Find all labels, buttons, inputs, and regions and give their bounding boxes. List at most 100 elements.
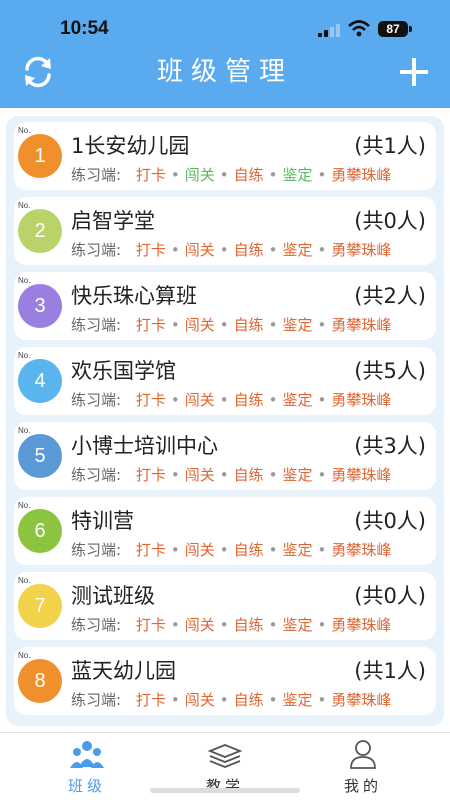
- class-card[interactable]: No. 3 快乐珠心算班 (共2人) 练习端: 打卡 • 闯关 • 自练 • 鉴定 • 勇攀珠峰: [14, 272, 436, 340]
- separator-dot: •: [170, 391, 180, 409]
- practice-link[interactable]: 自练: [234, 391, 264, 409]
- class-card[interactable]: No. 1 1长安幼儿园 (共1人) 练习端: 打卡 • 闯关 • 自练 • 鉴定 • 勇攀珠峰: [14, 122, 436, 190]
- practice-link[interactable]: 鉴定: [282, 391, 312, 409]
- practice-link[interactable]: 自练: [234, 316, 264, 334]
- class-name[interactable]: 启智学堂: [71, 205, 155, 235]
- practice-label: 练习端:: [71, 166, 122, 184]
- practice-links: 练习端: 打卡 • 闯关 • 自练 • 鉴定 • 勇攀珠峰: [71, 389, 391, 410]
- practice-link[interactable]: 勇攀珠峰: [331, 316, 391, 334]
- practice-link[interactable]: 自练: [234, 466, 264, 484]
- class-number-badge: 8: [18, 659, 62, 703]
- class-name[interactable]: 欢乐国学馆: [71, 355, 176, 385]
- separator-dot: •: [170, 241, 180, 259]
- practice-link[interactable]: 自练: [234, 691, 264, 709]
- practice-link[interactable]: 打卡: [136, 316, 166, 334]
- practice-link[interactable]: 鉴定: [282, 541, 312, 559]
- practice-label: 练习端:: [71, 541, 122, 559]
- no-label: No.: [18, 201, 31, 210]
- practice-link[interactable]: 自练: [234, 541, 264, 559]
- separator-dot: •: [317, 691, 327, 709]
- practice-link[interactable]: 鉴定: [282, 166, 312, 184]
- separator-dot: •: [317, 166, 327, 184]
- practice-link[interactable]: 闯关: [185, 166, 215, 184]
- practice-link[interactable]: 自练: [234, 616, 264, 634]
- practice-links: 练习端: 打卡 • 闯关 • 自练 • 鉴定 • 勇攀珠峰: [71, 239, 391, 260]
- practice-link[interactable]: 闯关: [185, 691, 215, 709]
- separator-dot: •: [219, 541, 229, 559]
- class-card[interactable]: No. 6 特训营 (共0人) 练习端: 打卡 • 闯关 • 自练 • 鉴定 • 勇攀珠峰: [14, 497, 436, 565]
- battery-tip: [409, 26, 412, 32]
- practice-link[interactable]: 鉴定: [282, 316, 312, 334]
- status-bar: 10:54 87: [0, 0, 450, 54]
- practice-link[interactable]: 打卡: [136, 241, 166, 259]
- class-name[interactable]: 特训营: [71, 505, 134, 535]
- class-name[interactable]: 快乐珠心算班: [71, 280, 197, 310]
- page-title: 班级管理: [156, 57, 293, 87]
- class-number-badge: 1: [18, 134, 62, 178]
- practice-link[interactable]: 勇攀珠峰: [331, 241, 391, 259]
- no-label: No.: [18, 276, 31, 285]
- practice-link[interactable]: 自练: [234, 166, 264, 184]
- practice-link[interactable]: 鉴定: [282, 241, 312, 259]
- separator-dot: •: [268, 166, 278, 184]
- practice-link[interactable]: 打卡: [136, 691, 166, 709]
- separator-dot: •: [219, 391, 229, 409]
- class-name[interactable]: 1长安幼儿园: [71, 130, 189, 160]
- no-label: No.: [18, 351, 31, 360]
- class-name[interactable]: 小博士培训中心: [71, 430, 218, 460]
- class-number-badge: 2: [18, 209, 62, 253]
- practice-link[interactable]: 勇攀珠峰: [331, 466, 391, 484]
- student-count: (共1人): [354, 134, 426, 158]
- practice-links: 练习端: 打卡 • 闯关 • 自练 • 鉴定 • 勇攀珠峰: [71, 164, 391, 185]
- practice-link[interactable]: 闯关: [185, 391, 215, 409]
- separator-dot: •: [219, 166, 229, 184]
- separator-dot: •: [170, 316, 180, 334]
- tab-mine[interactable]: 我的: [313, 739, 413, 797]
- practice-link[interactable]: 鉴定: [282, 691, 312, 709]
- class-card[interactable]: No. 2 启智学堂 (共0人) 练习端: 打卡 • 闯关 • 自练 • 鉴定 • 勇攀珠峰: [14, 197, 436, 265]
- wifi-icon: [348, 20, 370, 37]
- practice-link[interactable]: 打卡: [136, 616, 166, 634]
- no-label: No.: [18, 501, 31, 510]
- practice-link[interactable]: 打卡: [136, 391, 166, 409]
- class-name[interactable]: 测试班级: [71, 580, 155, 610]
- separator-dot: •: [170, 541, 180, 559]
- tab-class[interactable]: 班级: [37, 739, 137, 797]
- separator-dot: •: [219, 616, 229, 634]
- practice-link[interactable]: 闯关: [185, 616, 215, 634]
- separator-dot: •: [268, 541, 278, 559]
- separator-dot: •: [170, 691, 180, 709]
- practice-link[interactable]: 勇攀珠峰: [331, 166, 391, 184]
- practice-link[interactable]: 勇攀珠峰: [331, 541, 391, 559]
- practice-link[interactable]: 打卡: [136, 541, 166, 559]
- class-card[interactable]: No. 8 蓝天幼儿园 (共1人) 练习端: 打卡 • 闯关 • 自练 • 鉴定 • 勇攀珠峰: [14, 647, 436, 715]
- practice-link[interactable]: 鉴定: [282, 466, 312, 484]
- separator-dot: •: [219, 691, 229, 709]
- practice-link[interactable]: 鉴定: [282, 616, 312, 634]
- practice-link[interactable]: 打卡: [136, 166, 166, 184]
- practice-link[interactable]: 闯关: [185, 466, 215, 484]
- no-label: No.: [18, 651, 31, 660]
- plus-icon[interactable]: [396, 54, 432, 90]
- student-count: (共0人): [354, 209, 426, 233]
- practice-link[interactable]: 勇攀珠峰: [331, 391, 391, 409]
- separator-dot: •: [268, 241, 278, 259]
- class-card[interactable]: No. 7 测试班级 (共0人) 练习端: 打卡 • 闯关 • 自练 • 鉴定 • 勇攀珠峰: [14, 572, 436, 640]
- class-card[interactable]: No. 4 欢乐国学馆 (共5人) 练习端: 打卡 • 闯关 • 自练 • 鉴定 • 勇攀珠峰: [14, 347, 436, 415]
- separator-dot: •: [317, 391, 327, 409]
- practice-link[interactable]: 闯关: [185, 241, 215, 259]
- class-list: No. 1 1长安幼儿园 (共1人) 练习端: 打卡 • 闯关 • 自练 • 鉴定 • 勇攀珠峰 No. 2…: [6, 116, 444, 726]
- class-card[interactable]: No. 5 小博士培训中心 (共3人) 练习端: 打卡 • 闯关 • 自练 • 鉴定 • 勇攀珠峰: [14, 422, 436, 490]
- separator-dot: •: [219, 466, 229, 484]
- class-name[interactable]: 蓝天幼儿园: [71, 655, 176, 685]
- class-number-badge: 4: [18, 359, 62, 403]
- practice-link[interactable]: 打卡: [136, 466, 166, 484]
- practice-link[interactable]: 自练: [234, 241, 264, 259]
- separator-dot: •: [268, 316, 278, 334]
- practice-link[interactable]: 闯关: [185, 316, 215, 334]
- no-label: No.: [18, 576, 31, 585]
- practice-link[interactable]: 勇攀珠峰: [331, 691, 391, 709]
- separator-dot: •: [317, 241, 327, 259]
- practice-link[interactable]: 闯关: [185, 541, 215, 559]
- practice-link[interactable]: 勇攀珠峰: [331, 616, 391, 634]
